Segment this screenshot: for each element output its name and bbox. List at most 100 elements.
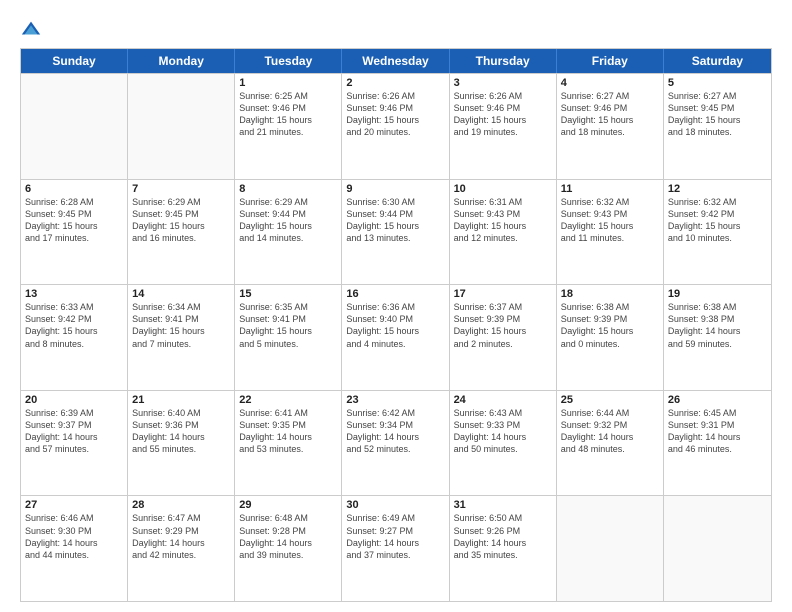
- table-row: 8Sunrise: 6:29 AM Sunset: 9:44 PM Daylig…: [235, 180, 342, 285]
- day-number: 21: [132, 394, 230, 406]
- day-of-week-header: Sunday: [21, 49, 128, 73]
- table-row: 19Sunrise: 6:38 AM Sunset: 9:38 PM Dayli…: [664, 285, 771, 390]
- table-row: 21Sunrise: 6:40 AM Sunset: 9:36 PM Dayli…: [128, 391, 235, 496]
- day-number: 28: [132, 499, 230, 511]
- table-row: 27Sunrise: 6:46 AM Sunset: 9:30 PM Dayli…: [21, 496, 128, 601]
- day-of-week-header: Tuesday: [235, 49, 342, 73]
- day-number: 16: [346, 288, 444, 300]
- day-number: 24: [454, 394, 552, 406]
- calendar-row: 1Sunrise: 6:25 AM Sunset: 9:46 PM Daylig…: [21, 73, 771, 179]
- day-number: 11: [561, 183, 659, 195]
- logo-icon: [20, 18, 42, 40]
- day-number: 23: [346, 394, 444, 406]
- day-info: Sunrise: 6:49 AM Sunset: 9:27 PM Dayligh…: [346, 512, 444, 561]
- day-of-week-header: Saturday: [664, 49, 771, 73]
- day-info: Sunrise: 6:27 AM Sunset: 9:45 PM Dayligh…: [668, 90, 767, 139]
- day-info: Sunrise: 6:40 AM Sunset: 9:36 PM Dayligh…: [132, 407, 230, 456]
- table-row: 9Sunrise: 6:30 AM Sunset: 9:44 PM Daylig…: [342, 180, 449, 285]
- day-number: 22: [239, 394, 337, 406]
- day-info: Sunrise: 6:31 AM Sunset: 9:43 PM Dayligh…: [454, 196, 552, 245]
- day-info: Sunrise: 6:25 AM Sunset: 9:46 PM Dayligh…: [239, 90, 337, 139]
- day-info: Sunrise: 6:50 AM Sunset: 9:26 PM Dayligh…: [454, 512, 552, 561]
- calendar-row: 20Sunrise: 6:39 AM Sunset: 9:37 PM Dayli…: [21, 390, 771, 496]
- table-row: 13Sunrise: 6:33 AM Sunset: 9:42 PM Dayli…: [21, 285, 128, 390]
- day-info: Sunrise: 6:26 AM Sunset: 9:46 PM Dayligh…: [346, 90, 444, 139]
- header: [20, 18, 772, 40]
- day-info: Sunrise: 6:26 AM Sunset: 9:46 PM Dayligh…: [454, 90, 552, 139]
- table-row: 15Sunrise: 6:35 AM Sunset: 9:41 PM Dayli…: [235, 285, 342, 390]
- day-info: Sunrise: 6:32 AM Sunset: 9:43 PM Dayligh…: [561, 196, 659, 245]
- day-info: Sunrise: 6:39 AM Sunset: 9:37 PM Dayligh…: [25, 407, 123, 456]
- table-row: 4Sunrise: 6:27 AM Sunset: 9:46 PM Daylig…: [557, 74, 664, 179]
- day-number: 10: [454, 183, 552, 195]
- day-info: Sunrise: 6:38 AM Sunset: 9:38 PM Dayligh…: [668, 301, 767, 350]
- day-info: Sunrise: 6:35 AM Sunset: 9:41 PM Dayligh…: [239, 301, 337, 350]
- day-number: 14: [132, 288, 230, 300]
- table-row: [128, 74, 235, 179]
- day-info: Sunrise: 6:42 AM Sunset: 9:34 PM Dayligh…: [346, 407, 444, 456]
- day-info: Sunrise: 6:41 AM Sunset: 9:35 PM Dayligh…: [239, 407, 337, 456]
- table-row: 1Sunrise: 6:25 AM Sunset: 9:46 PM Daylig…: [235, 74, 342, 179]
- calendar-header: SundayMondayTuesdayWednesdayThursdayFrid…: [21, 49, 771, 73]
- day-number: 12: [668, 183, 767, 195]
- table-row: 28Sunrise: 6:47 AM Sunset: 9:29 PM Dayli…: [128, 496, 235, 601]
- table-row: 31Sunrise: 6:50 AM Sunset: 9:26 PM Dayli…: [450, 496, 557, 601]
- day-info: Sunrise: 6:29 AM Sunset: 9:45 PM Dayligh…: [132, 196, 230, 245]
- table-row: 11Sunrise: 6:32 AM Sunset: 9:43 PM Dayli…: [557, 180, 664, 285]
- table-row: 17Sunrise: 6:37 AM Sunset: 9:39 PM Dayli…: [450, 285, 557, 390]
- day-of-week-header: Wednesday: [342, 49, 449, 73]
- day-number: 8: [239, 183, 337, 195]
- day-number: 2: [346, 77, 444, 89]
- day-number: 18: [561, 288, 659, 300]
- day-info: Sunrise: 6:29 AM Sunset: 9:44 PM Dayligh…: [239, 196, 337, 245]
- day-number: 27: [25, 499, 123, 511]
- table-row: [21, 74, 128, 179]
- day-info: Sunrise: 6:33 AM Sunset: 9:42 PM Dayligh…: [25, 301, 123, 350]
- calendar-body: 1Sunrise: 6:25 AM Sunset: 9:46 PM Daylig…: [21, 73, 771, 601]
- day-number: 26: [668, 394, 767, 406]
- table-row: 14Sunrise: 6:34 AM Sunset: 9:41 PM Dayli…: [128, 285, 235, 390]
- day-number: 25: [561, 394, 659, 406]
- day-info: Sunrise: 6:45 AM Sunset: 9:31 PM Dayligh…: [668, 407, 767, 456]
- logo: [20, 18, 46, 40]
- table-row: 24Sunrise: 6:43 AM Sunset: 9:33 PM Dayli…: [450, 391, 557, 496]
- day-info: Sunrise: 6:36 AM Sunset: 9:40 PM Dayligh…: [346, 301, 444, 350]
- day-number: 9: [346, 183, 444, 195]
- table-row: 16Sunrise: 6:36 AM Sunset: 9:40 PM Dayli…: [342, 285, 449, 390]
- day-number: 4: [561, 77, 659, 89]
- day-info: Sunrise: 6:43 AM Sunset: 9:33 PM Dayligh…: [454, 407, 552, 456]
- day-info: Sunrise: 6:32 AM Sunset: 9:42 PM Dayligh…: [668, 196, 767, 245]
- table-row: 2Sunrise: 6:26 AM Sunset: 9:46 PM Daylig…: [342, 74, 449, 179]
- table-row: 30Sunrise: 6:49 AM Sunset: 9:27 PM Dayli…: [342, 496, 449, 601]
- day-number: 29: [239, 499, 337, 511]
- day-info: Sunrise: 6:44 AM Sunset: 9:32 PM Dayligh…: [561, 407, 659, 456]
- table-row: 29Sunrise: 6:48 AM Sunset: 9:28 PM Dayli…: [235, 496, 342, 601]
- day-number: 15: [239, 288, 337, 300]
- table-row: 5Sunrise: 6:27 AM Sunset: 9:45 PM Daylig…: [664, 74, 771, 179]
- table-row: 10Sunrise: 6:31 AM Sunset: 9:43 PM Dayli…: [450, 180, 557, 285]
- day-of-week-header: Friday: [557, 49, 664, 73]
- page: SundayMondayTuesdayWednesdayThursdayFrid…: [0, 0, 792, 612]
- day-info: Sunrise: 6:37 AM Sunset: 9:39 PM Dayligh…: [454, 301, 552, 350]
- day-info: Sunrise: 6:46 AM Sunset: 9:30 PM Dayligh…: [25, 512, 123, 561]
- day-number: 13: [25, 288, 123, 300]
- day-info: Sunrise: 6:28 AM Sunset: 9:45 PM Dayligh…: [25, 196, 123, 245]
- day-info: Sunrise: 6:30 AM Sunset: 9:44 PM Dayligh…: [346, 196, 444, 245]
- calendar: SundayMondayTuesdayWednesdayThursdayFrid…: [20, 48, 772, 602]
- day-number: 5: [668, 77, 767, 89]
- day-of-week-header: Monday: [128, 49, 235, 73]
- table-row: 20Sunrise: 6:39 AM Sunset: 9:37 PM Dayli…: [21, 391, 128, 496]
- day-number: 3: [454, 77, 552, 89]
- day-of-week-header: Thursday: [450, 49, 557, 73]
- table-row: 23Sunrise: 6:42 AM Sunset: 9:34 PM Dayli…: [342, 391, 449, 496]
- table-row: [664, 496, 771, 601]
- day-info: Sunrise: 6:48 AM Sunset: 9:28 PM Dayligh…: [239, 512, 337, 561]
- day-info: Sunrise: 6:47 AM Sunset: 9:29 PM Dayligh…: [132, 512, 230, 561]
- day-number: 19: [668, 288, 767, 300]
- day-info: Sunrise: 6:27 AM Sunset: 9:46 PM Dayligh…: [561, 90, 659, 139]
- day-number: 1: [239, 77, 337, 89]
- day-number: 30: [346, 499, 444, 511]
- table-row: [557, 496, 664, 601]
- calendar-row: 13Sunrise: 6:33 AM Sunset: 9:42 PM Dayli…: [21, 284, 771, 390]
- table-row: 26Sunrise: 6:45 AM Sunset: 9:31 PM Dayli…: [664, 391, 771, 496]
